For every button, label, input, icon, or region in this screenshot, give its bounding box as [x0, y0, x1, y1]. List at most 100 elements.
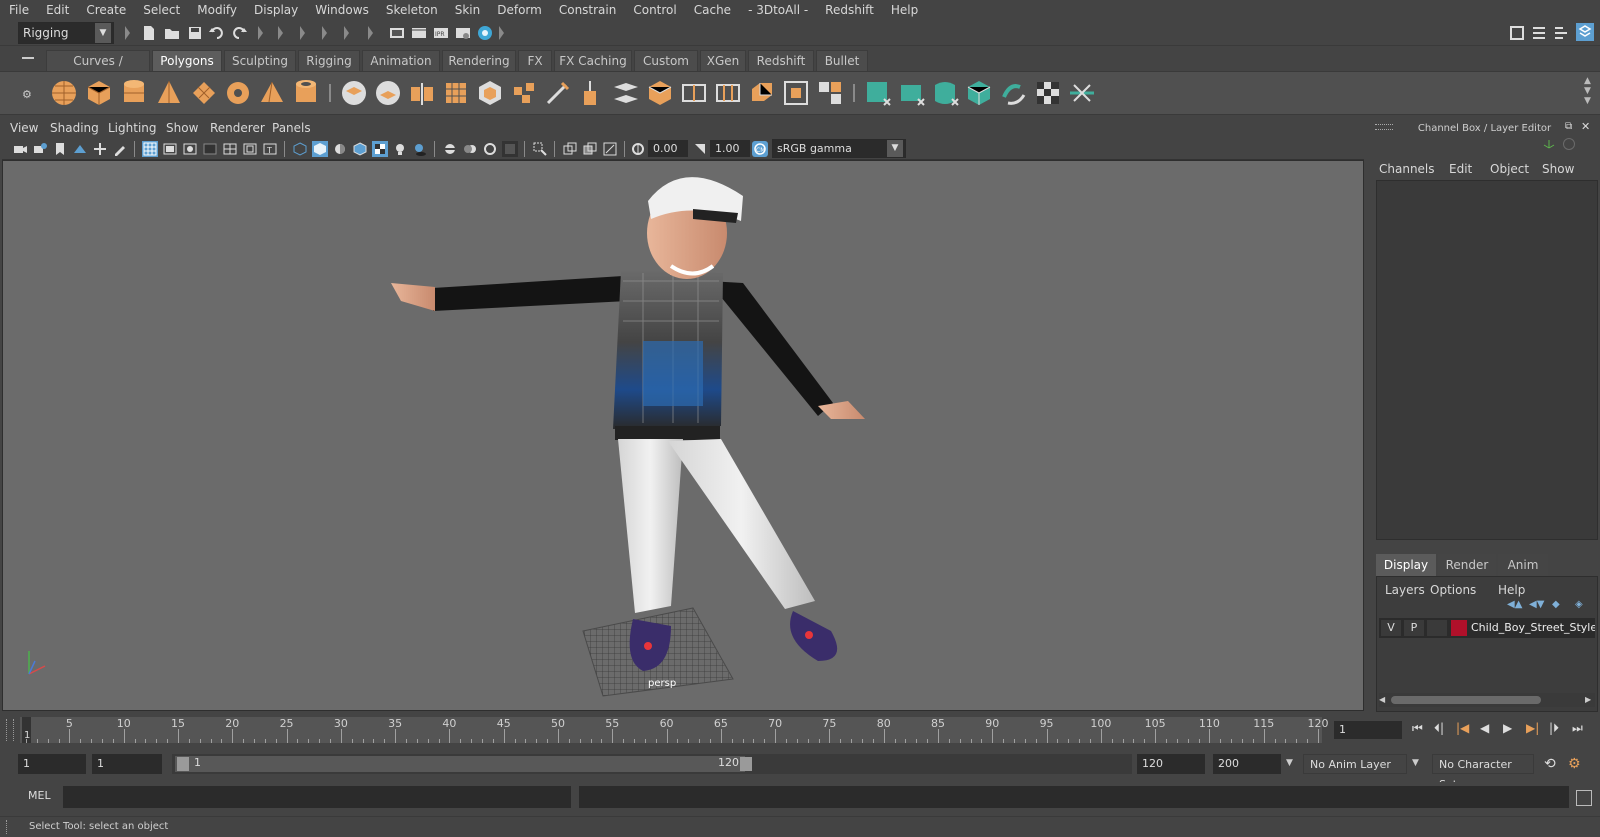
perspective-viewport[interactable]: persp — [2, 160, 1364, 711]
undo-icon[interactable] — [208, 24, 226, 42]
range-start-handle[interactable] — [177, 757, 189, 771]
gear-icon[interactable]: ⚙ — [22, 88, 34, 101]
anti-aliasing-icon[interactable] — [482, 141, 498, 157]
tab-fx[interactable]: FX — [518, 50, 552, 71]
resolution-gate-icon[interactable] — [182, 141, 198, 157]
append-polygon-icon[interactable] — [746, 77, 778, 109]
tab-display-layers[interactable]: Display — [1376, 554, 1436, 576]
tab-sculpting[interactable]: Sculpting — [224, 50, 296, 71]
tab-xgen[interactable]: XGen — [700, 50, 746, 71]
default-material-icon[interactable] — [332, 141, 348, 157]
menu-create[interactable]: Create — [77, 0, 134, 20]
viewport-menu-shading[interactable]: Shading — [50, 121, 99, 135]
poly-plane-icon[interactable] — [188, 77, 220, 109]
section-toggle-icon[interactable] — [499, 23, 505, 43]
layer-color-swatch[interactable] — [1451, 620, 1467, 636]
bookmark-icon[interactable] — [52, 141, 68, 157]
playback-start-field[interactable]: 1 — [92, 754, 162, 774]
cb-menu-channels[interactable]: Channels — [1379, 162, 1435, 176]
le-menu-options[interactable]: Options — [1430, 583, 1476, 597]
go-to-end-icon[interactable]: ⏭ — [1572, 721, 1590, 739]
section-toggle-icon[interactable] — [322, 23, 328, 43]
time-slider-grip-icon[interactable] — [6, 719, 14, 741]
menu-display[interactable]: Display — [245, 0, 306, 20]
cylindrical-mapping-icon[interactable] — [930, 77, 962, 109]
tab-rendering[interactable]: Rendering — [442, 50, 516, 71]
exposure-icon[interactable] — [630, 141, 646, 157]
animation-end-field[interactable]: 200 — [1213, 754, 1281, 774]
planar-mapping-icon[interactable] — [896, 77, 928, 109]
layer-visibility-toggle[interactable]: V — [1381, 620, 1401, 636]
menu-cache[interactable]: Cache — [685, 0, 739, 20]
menu-constrain[interactable]: Constrain — [550, 0, 625, 20]
merge-icon[interactable] — [814, 77, 846, 109]
menu-3dtoall[interactable]: - 3DtoAll - — [739, 0, 816, 20]
tab-fx-caching[interactable]: FX Caching — [554, 50, 632, 71]
fill-hole-icon[interactable] — [780, 77, 812, 109]
checker-map-icon[interactable] — [1032, 77, 1064, 109]
section-toggle-icon[interactable] — [300, 23, 306, 43]
safe-title-icon[interactable]: T — [262, 141, 278, 157]
shelf-scroll-arrows-icon[interactable]: ▲ ▼ ▼ — [1584, 76, 1591, 106]
channel-box-body[interactable] — [1376, 180, 1598, 540]
menu-control[interactable]: Control — [624, 0, 684, 20]
menu-deform[interactable]: Deform — [488, 0, 550, 20]
textured-icon[interactable] — [372, 141, 388, 157]
viewport-menu-show[interactable]: Show — [166, 121, 198, 135]
exposure-field[interactable]: 0.00 — [648, 140, 688, 157]
float-panel-icon[interactable]: ⧉ — [1565, 121, 1572, 132]
save-scene-icon[interactable] — [186, 24, 204, 42]
offset-edge-loop-icon[interactable] — [712, 77, 744, 109]
insert-edge-loop-icon[interactable] — [678, 77, 710, 109]
reduce-icon[interactable] — [474, 77, 506, 109]
new-layer-icon[interactable]: ◆ — [1552, 599, 1560, 610]
le-menu-help[interactable]: Help — [1498, 583, 1525, 597]
tab-animation[interactable]: Animation — [362, 50, 440, 71]
image-plane-icon[interactable] — [72, 141, 88, 157]
layer-playback-toggle[interactable]: P — [1404, 620, 1424, 636]
grid-toggle-icon[interactable] — [142, 141, 158, 157]
move-layer-down-icon[interactable]: ◀▼ — [1529, 599, 1544, 610]
xray-icon[interactable] — [562, 141, 578, 157]
tab-custom[interactable]: Custom — [634, 50, 698, 71]
color-space-dropdown[interactable]: sRGB gamma ▼ — [772, 139, 906, 158]
grease-pencil-icon[interactable] — [112, 141, 128, 157]
menu-edit[interactable]: Edit — [37, 0, 77, 20]
go-to-start-icon[interactable]: ⏮ — [1412, 721, 1430, 739]
script-editor-icon[interactable] — [1576, 790, 1592, 806]
cb-menu-show[interactable]: Show — [1542, 162, 1574, 176]
camera-attributes-icon[interactable] — [32, 141, 48, 157]
animation-start-field[interactable]: 1 — [18, 754, 86, 774]
step-back-key-icon[interactable]: |◀ — [1456, 721, 1474, 739]
layer-row[interactable]: V P Child_Boy_Street_Style_P — [1379, 618, 1595, 638]
layer-name[interactable]: Child_Boy_Street_Style_P — [1471, 621, 1595, 634]
render-settings-icon[interactable] — [454, 24, 472, 42]
extrude-icon[interactable] — [576, 77, 608, 109]
menu-modify[interactable]: Modify — [188, 0, 245, 20]
range-slider[interactable]: 1 120 — [172, 754, 1132, 774]
shadows-icon[interactable] — [412, 141, 428, 157]
viewport-menu-view[interactable]: View — [10, 121, 38, 135]
bevel-icon[interactable] — [644, 77, 676, 109]
xray-joints-icon[interactable] — [602, 141, 618, 157]
bridge-icon[interactable] — [610, 77, 642, 109]
section-toggle-icon[interactable] — [368, 23, 374, 43]
step-forward-key-icon[interactable]: ▶| — [1526, 721, 1544, 739]
poly-cube-icon[interactable] — [83, 77, 115, 109]
channel-box-toggle-icon[interactable] — [1576, 23, 1594, 41]
isolate-select-icon[interactable] — [532, 141, 548, 157]
gamma-icon[interactable] — [692, 141, 708, 157]
open-scene-icon[interactable] — [163, 24, 181, 42]
motion-blur-icon[interactable] — [462, 141, 478, 157]
current-frame-field[interactable]: 1 — [1334, 721, 1402, 739]
tab-redshift[interactable]: Redshift — [748, 50, 814, 71]
2d-pan-zoom-icon[interactable] — [92, 141, 108, 157]
menu-file[interactable]: File — [0, 0, 37, 20]
wireframe-icon[interactable] — [292, 141, 308, 157]
command-input[interactable] — [63, 786, 571, 808]
poly-pyramid-icon[interactable] — [256, 77, 288, 109]
menu-windows[interactable]: Windows — [306, 0, 377, 20]
render-frame-icon[interactable] — [410, 24, 428, 42]
layer-scrollbar[interactable]: ◀ ▶ — [1379, 693, 1595, 707]
hypershade-icon[interactable] — [476, 24, 494, 42]
